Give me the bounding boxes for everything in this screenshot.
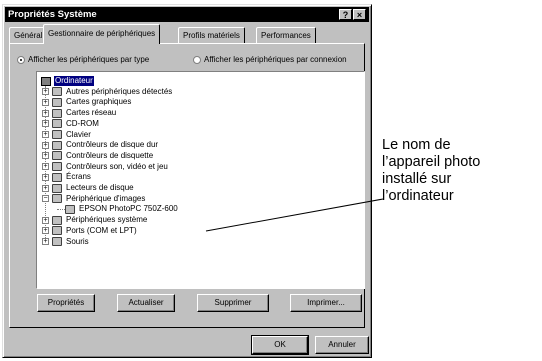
port-icon (52, 226, 62, 236)
view-by-connection-option[interactable]: Afficher les périphériques par connexion (193, 55, 347, 64)
help-button[interactable]: ? (339, 9, 352, 20)
disk-drive-icon (52, 183, 62, 193)
tree-item[interactable]: + Souris (42, 237, 90, 247)
tree-item-label: Contrôleurs de disque dur (66, 140, 159, 150)
view-by-type-label: Afficher les périphériques par type (28, 55, 150, 64)
tree-item[interactable]: + Lecteurs de disque (42, 183, 135, 193)
tree-item[interactable]: + Contrôleurs de disque dur (42, 140, 159, 150)
properties-button[interactable]: Propriétés (37, 294, 95, 312)
tree-item-label: Contrôleurs de disquette (66, 150, 154, 160)
radio-by-type[interactable] (17, 55, 25, 64)
tree-item[interactable]: − Périphérique d'images (42, 194, 146, 204)
callout-text: Le nom de l’appareil photo installé sur … (382, 137, 540, 205)
tree-item[interactable]: + Cartes réseau (42, 108, 117, 118)
tab-performance[interactable]: Performances (256, 27, 316, 43)
view-by-connection-label: Afficher les périphériques par connexion (204, 55, 347, 64)
cancel-button[interactable]: Annuler (315, 336, 369, 354)
hard-disk-controller-icon (52, 140, 62, 150)
tree-item-label: Contrôleurs son, vidéo et jeu (66, 161, 168, 171)
window-title: Propriétés Système (8, 9, 97, 20)
expand-icon[interactable]: + (42, 141, 49, 149)
display-adapter-icon (52, 97, 62, 107)
expand-icon[interactable]: + (42, 173, 49, 181)
ok-button[interactable]: OK (251, 335, 309, 355)
expand-icon[interactable]: + (42, 152, 49, 160)
expand-icon[interactable]: + (42, 131, 49, 138)
tree-child-item[interactable]: EPSON PhotoPC 750Z-600 (65, 204, 179, 214)
callout-line: l’ordinateur (382, 188, 454, 204)
refresh-button[interactable]: Actualiser (117, 294, 175, 312)
tree-item[interactable]: + Ports (COM et LPT) (42, 226, 138, 236)
expand-icon[interactable]: + (42, 184, 49, 192)
view-by-type-option[interactable]: Afficher les périphériques par type (17, 55, 149, 64)
callout-line: installé sur (382, 171, 452, 187)
tree-item-label: Lecteurs de disque (66, 183, 134, 192)
system-device-icon (52, 215, 62, 225)
tab-hardware-profiles[interactable]: Profils matériels (178, 27, 245, 43)
expand-icon[interactable]: + (42, 88, 49, 96)
tree-item-label: Cartes réseau (66, 108, 117, 118)
tree-item[interactable]: + Contrôleurs son, vidéo et jeu (42, 162, 169, 172)
computer-icon (41, 76, 51, 86)
expand-icon[interactable]: + (42, 163, 49, 171)
tree-item[interactable]: + Clavier (42, 130, 92, 140)
expand-icon[interactable]: + (42, 109, 49, 117)
keyboard-icon (52, 130, 62, 139)
title-bar: Propriétés Système ? × (5, 7, 369, 22)
print-button[interactable]: Imprimer... (290, 294, 362, 312)
tree-item[interactable]: + Cartes graphiques (42, 97, 132, 107)
tab-device-manager[interactable]: Gestionnaire de périphériques (43, 24, 161, 44)
tree-item-label: Périphériques système (66, 215, 148, 225)
imaging-device-icon (52, 194, 62, 204)
tree-item[interactable]: + Contrôleurs de disquette (42, 151, 154, 161)
monitor-icon (52, 172, 62, 182)
unknown-device-icon (52, 87, 62, 97)
tree-item-label: Autres périphériques détectés (66, 86, 173, 96)
expand-icon[interactable]: + (42, 227, 49, 235)
expand-icon[interactable]: + (42, 238, 49, 245)
tree-item-label: EPSON PhotoPC 750Z-600 (79, 204, 178, 214)
floppy-controller-icon (52, 151, 62, 161)
collapse-icon[interactable]: − (42, 195, 49, 203)
network-adapter-icon (52, 108, 62, 118)
callout-line: l’appareil photo (382, 154, 481, 170)
tab-general[interactable]: Général (9, 27, 48, 43)
mouse-icon (52, 237, 62, 246)
device-tree[interactable]: Ordinateur + Autres périphériques détectés… (36, 71, 365, 289)
tree-item-label: Souris (66, 236, 89, 246)
remove-button[interactable]: Supprimer (197, 294, 269, 312)
expand-icon[interactable]: + (42, 120, 49, 128)
expand-icon[interactable]: + (42, 98, 49, 106)
tree-item[interactable]: + CD-ROM (42, 119, 100, 129)
tree-item-label: Cartes graphiques (66, 97, 132, 107)
cdrom-icon (52, 119, 62, 129)
system-properties-window: Propriétés Système ? × Général Gestionna… (2, 4, 372, 358)
tree-item-label: Écrans (66, 172, 91, 182)
callout-line: Le nom de (382, 137, 451, 153)
tree-item[interactable]: + Autres périphériques détectés (42, 87, 173, 97)
tree-item[interactable]: + Écrans (42, 172, 92, 182)
tree-root-label: Ordinateur (54, 76, 94, 86)
tree-item-label: Ports (COM et LPT) (66, 225, 137, 235)
tree-item[interactable]: + Périphériques système (42, 215, 148, 225)
tree-item-label: Clavier (66, 129, 91, 139)
close-button[interactable]: × (353, 9, 366, 20)
tree-connector (57, 209, 65, 211)
camera-icon (65, 204, 75, 214)
radio-by-connection[interactable] (193, 55, 201, 64)
tree-root-computer[interactable]: Ordinateur (41, 76, 94, 86)
tree-item-label: CD-ROM (66, 118, 99, 128)
tree-item-label: Périphérique d'images (66, 193, 146, 203)
expand-icon[interactable]: + (42, 216, 49, 224)
sound-controller-icon (52, 162, 62, 172)
